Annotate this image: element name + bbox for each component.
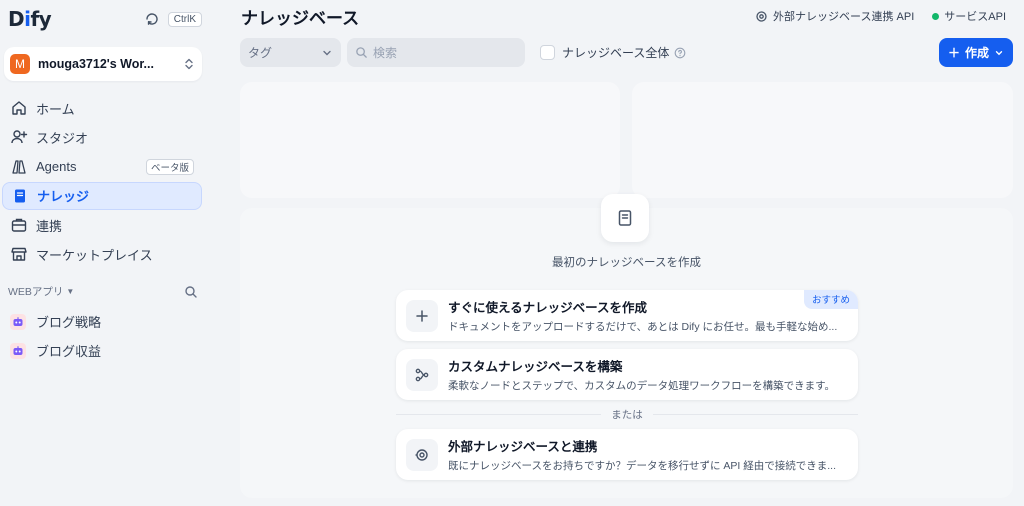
sidebar: Dify CtrlK M mouga3712's Wor... ホーム スタジオ… (0, 0, 210, 506)
create-quick-knowledge-option[interactable]: すぐに使えるナレッジベースを作成 ドキュメントをアップロードするだけで、あとは … (396, 290, 858, 341)
shortcut-key: CtrlK (167, 11, 202, 27)
create-button[interactable]: ＋ 作成 (939, 38, 1013, 67)
webapp-name: ブログ収益 (36, 344, 102, 359)
external-api-icon (756, 10, 767, 22)
workflow-icon (406, 358, 438, 391)
workspace-switcher[interactable]: M mouga3712's Wor... (4, 47, 202, 81)
or-divider: または (396, 406, 858, 422)
users-plus-icon (10, 128, 28, 146)
search-icon[interactable] (184, 285, 198, 299)
or-label: または (611, 408, 643, 421)
help-circle-icon[interactable] (674, 47, 686, 59)
nav-item-marketplace[interactable]: マーケットプレイス (2, 240, 202, 268)
caret-down-icon[interactable]: ▼ (66, 287, 74, 296)
rotate-icon[interactable] (144, 11, 160, 27)
webapp-name: ブログ戦略 (36, 315, 102, 330)
webapps-list: ブログ戦略 ブログ収益 (4, 307, 202, 365)
book-icon (601, 194, 649, 242)
build-custom-knowledge-option[interactable]: カスタムナレッジベースを構築 柔軟なノードとステップで、カスタムのデータ処理ワー… (396, 349, 858, 400)
robot-icon (10, 313, 26, 330)
tag-filter-label: タグ (248, 46, 273, 60)
all-knowledge-label: ナレッジベース全体 (562, 46, 670, 60)
nav-label-knowledge: ナレッジ (37, 189, 90, 205)
plus-icon: ＋ (947, 46, 960, 60)
option-title: 外部ナレッジベースと連携 (448, 440, 598, 454)
nav-label-agents: Agents (36, 159, 77, 175)
option-description: 柔軟なノードとステップで、カスタムのデータ処理ワークフローを構築できます。 (448, 380, 836, 392)
agents-icon (10, 158, 28, 176)
option-description: 既にナレッジベースをお持ちですか？データを移行せずに API 経由で接続できま.… (448, 460, 836, 472)
service-api-label: サービスAPI (944, 11, 1006, 23)
header-links: 外部ナレッジベース連携 API サービスAPI (755, 8, 1006, 24)
option-description: ドキュメントをアップロードするだけで、あとは Dify にお任せ。最も手軽な始め… (448, 321, 838, 333)
webapp-item[interactable]: ブログ収益 (4, 336, 202, 365)
search-icon (356, 47, 367, 58)
nav-item-studio[interactable]: スタジオ (2, 123, 202, 151)
plus-icon (406, 299, 438, 332)
external-api-label: 外部ナレッジベース連携 API (773, 11, 915, 23)
store-icon (10, 245, 28, 263)
logo-row: Dify CtrlK (8, 6, 202, 32)
all-knowledge-checkbox[interactable] (540, 45, 555, 60)
placeholder-card (240, 82, 620, 198)
nav-item-knowledge[interactable]: ナレッジ (2, 181, 202, 210)
page-title: ナレッジベース (241, 9, 360, 28)
tag-filter-select[interactable]: タグ (240, 38, 341, 67)
nav-item-agents[interactable]: Agents ベータ版 (2, 153, 202, 181)
connect-external-knowledge-option[interactable]: 外部ナレッジベースと連携 既にナレッジベースをお持ちですか？データを移行せずに … (396, 429, 858, 480)
toolbar: タグ ナレッジベース全体 ＋ 作成 (240, 38, 1013, 67)
search-input[interactable] (373, 45, 513, 60)
nav-label-home: ホーム (36, 101, 75, 117)
status-dot-icon (932, 12, 940, 20)
home-icon (10, 99, 28, 117)
search-box (347, 38, 525, 67)
chevron-down-icon (995, 50, 1003, 55)
external-api-link[interactable]: 外部ナレッジベース連携 API (755, 8, 914, 24)
workspace-avatar: M (10, 54, 30, 74)
option-title: すぐに使えるナレッジベースを作成 (448, 301, 648, 315)
nav-item-integrations[interactable]: 連携 (2, 211, 202, 239)
chevron-up-down-icon (182, 57, 196, 71)
briefcase-icon (10, 216, 28, 234)
recommended-badge: おすすめ (803, 290, 858, 309)
empty-state-message: 最初のナレッジベースを作成 (552, 257, 701, 269)
external-link-icon (406, 438, 438, 471)
beta-badge: ベータ版 (145, 158, 194, 175)
webapp-item[interactable]: ブログ戦略 (4, 307, 202, 336)
book-icon (11, 187, 29, 205)
main-nav: ホーム スタジオ Agents ベータ版 ナレッジ 連携 マーケットプレイス (2, 94, 202, 270)
placeholder-card (632, 82, 1013, 198)
chevron-down-icon (321, 47, 333, 59)
nav-label-marketplace: マーケットプレイス (36, 247, 153, 263)
robot-icon (10, 342, 26, 359)
nav-label-studio: スタジオ (36, 130, 89, 146)
dify-logo[interactable]: Dify (8, 7, 52, 31)
webapps-header: WEBアプリ ▼ (8, 284, 198, 299)
webapps-heading[interactable]: WEBアプリ (8, 284, 63, 299)
create-button-label: 作成 (965, 46, 990, 60)
service-api-link[interactable]: サービスAPI (932, 8, 1006, 24)
option-title: カスタムナレッジベースを構築 (448, 360, 623, 374)
nav-item-home[interactable]: ホーム (2, 94, 202, 122)
all-knowledge-checkbox-row[interactable]: ナレッジベース全体 (540, 44, 686, 61)
workspace-name: mouga3712's Wor... (38, 57, 154, 71)
nav-label-integrations: 連携 (36, 218, 63, 234)
